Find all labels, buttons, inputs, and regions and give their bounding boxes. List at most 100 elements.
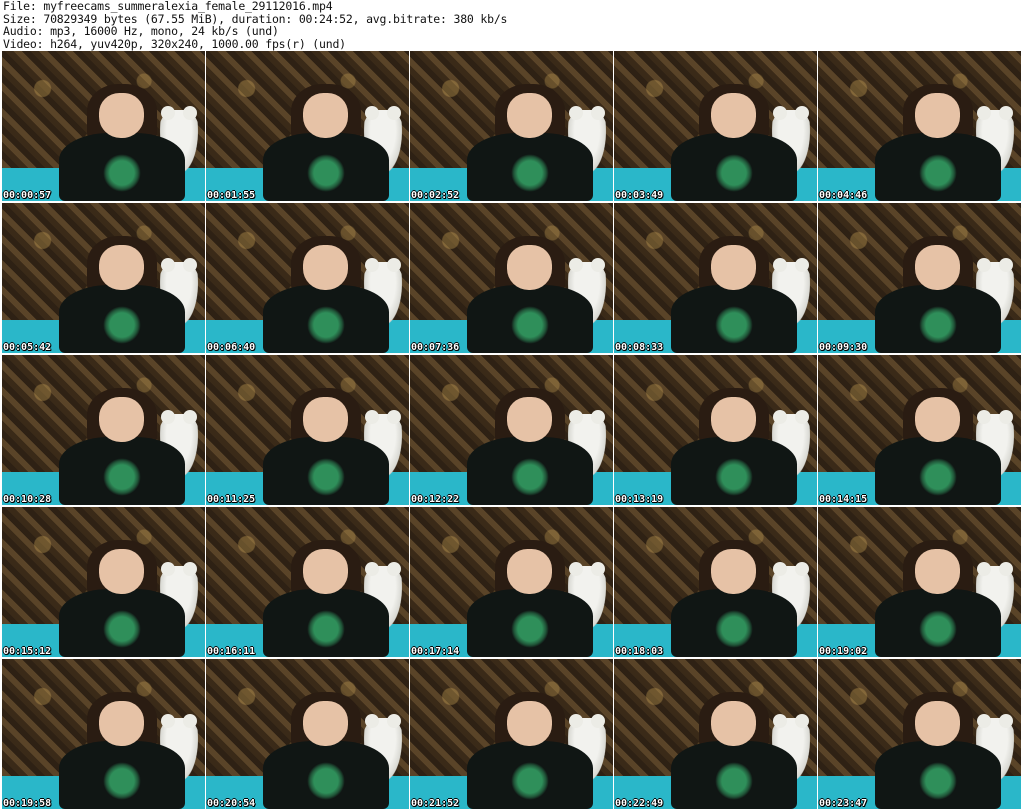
- video-thumbnail: 00:05:42: [2, 203, 205, 353]
- hoodie-print: [510, 762, 549, 800]
- timestamp-label: 00:00:57: [3, 190, 52, 201]
- video-thumbnail: 00:12:22: [410, 355, 613, 505]
- face: [507, 397, 553, 442]
- hoodie-print: [918, 610, 957, 648]
- face: [507, 245, 553, 290]
- face: [711, 701, 757, 746]
- face: [711, 93, 757, 138]
- timestamp-label: 00:04:46: [819, 190, 868, 201]
- face: [915, 245, 961, 290]
- hoodie-print: [102, 306, 141, 344]
- video-thumbnail: 00:21:52: [410, 659, 613, 809]
- video-thumbnail: 00:15:12: [2, 507, 205, 657]
- timestamp-label: 00:10:28: [3, 494, 52, 505]
- hoodie-print: [306, 610, 345, 648]
- hoodie-print: [918, 306, 957, 344]
- timestamp-label: 00:09:30: [819, 342, 868, 353]
- video-thumbnail: 00:22:49: [614, 659, 817, 809]
- timestamp-label: 00:14:15: [819, 494, 868, 505]
- person-figure: [262, 692, 389, 809]
- hoodie-print: [714, 762, 753, 800]
- face: [303, 245, 349, 290]
- person-figure: [58, 388, 185, 505]
- timestamp-label: 00:20:54: [207, 798, 256, 809]
- file-name-line: File: myfreecams_summeralexia_female_291…: [3, 0, 333, 13]
- timestamp-label: 00:19:58: [3, 798, 52, 809]
- face: [711, 245, 757, 290]
- hoodie-print: [918, 762, 957, 800]
- hoodie-print: [306, 762, 345, 800]
- person-figure: [262, 236, 389, 353]
- video-info-line: Video: h264, yuv420p, 320x240, 1000.00 f…: [3, 36, 346, 51]
- thumbnail-grid: 00:00:57 00:01:55 00:02:52 00:03:49 00:04:46…: [2, 51, 1022, 809]
- timestamp-label: 00:17:14: [411, 646, 460, 657]
- hoodie-print: [918, 458, 957, 496]
- face: [711, 397, 757, 442]
- video-thumbnail: 00:02:52: [410, 51, 613, 201]
- video-thumbnail: 00:09:30: [818, 203, 1021, 353]
- face: [303, 549, 349, 594]
- face: [915, 701, 961, 746]
- hoodie-print: [102, 458, 141, 496]
- person-figure: [466, 84, 593, 201]
- person-figure: [466, 388, 593, 505]
- video-thumbnail: 00:17:14: [410, 507, 613, 657]
- video-thumbnail: 00:08:33: [614, 203, 817, 353]
- face: [303, 397, 349, 442]
- video-thumbnail: 00:16:11: [206, 507, 409, 657]
- person-figure: [466, 692, 593, 809]
- person-figure: [466, 236, 593, 353]
- hoodie-print: [510, 306, 549, 344]
- face: [99, 549, 145, 594]
- video-thumbnail: 00:06:40: [206, 203, 409, 353]
- hoodie-print: [714, 610, 753, 648]
- face: [507, 549, 553, 594]
- hoodie-print: [510, 610, 549, 648]
- timestamp-label: 00:08:33: [615, 342, 664, 353]
- hoodie-print: [306, 458, 345, 496]
- person-figure: [670, 388, 797, 505]
- audio-info-line: Audio: mp3, 16000 Hz, mono, 24 kb/s (und…: [3, 24, 279, 38]
- video-thumbnail: 00:23:47: [818, 659, 1021, 809]
- person-figure: [874, 540, 1001, 657]
- hoodie-print: [714, 154, 753, 192]
- timestamp-label: 00:01:55: [207, 190, 256, 201]
- person-figure: [670, 540, 797, 657]
- video-thumbnail: 00:00:57: [2, 51, 205, 201]
- hoodie-print: [102, 610, 141, 648]
- video-thumbnail: 00:07:36: [410, 203, 613, 353]
- hoodie-print: [306, 154, 345, 192]
- face: [99, 245, 145, 290]
- video-thumbnail: 00:19:02: [818, 507, 1021, 657]
- person-figure: [262, 84, 389, 201]
- video-thumbnail: 00:11:25: [206, 355, 409, 505]
- video-thumbnail: 00:14:15: [818, 355, 1021, 505]
- person-figure: [670, 236, 797, 353]
- hoodie-print: [714, 306, 753, 344]
- hoodie-print: [102, 762, 141, 800]
- timestamp-label: 00:18:03: [615, 646, 664, 657]
- timestamp-label: 00:12:22: [411, 494, 460, 505]
- hoodie-print: [510, 154, 549, 192]
- person-figure: [262, 540, 389, 657]
- timestamp-label: 00:15:12: [3, 646, 52, 657]
- timestamp-label: 00:22:49: [615, 798, 664, 809]
- video-thumbnail: 00:13:19: [614, 355, 817, 505]
- video-thumbnail: 00:10:28: [2, 355, 205, 505]
- video-thumbnail: 00:03:49: [614, 51, 817, 201]
- hoodie-print: [306, 306, 345, 344]
- person-figure: [874, 236, 1001, 353]
- hoodie-print: [510, 458, 549, 496]
- face: [507, 93, 553, 138]
- person-figure: [466, 540, 593, 657]
- face: [711, 549, 757, 594]
- hoodie-print: [102, 154, 141, 192]
- timestamp-label: 00:16:11: [207, 646, 256, 657]
- timestamp-label: 00:06:40: [207, 342, 256, 353]
- hoodie-print: [918, 154, 957, 192]
- face: [99, 93, 145, 138]
- face: [915, 397, 961, 442]
- face: [507, 701, 553, 746]
- person-figure: [58, 540, 185, 657]
- person-figure: [874, 388, 1001, 505]
